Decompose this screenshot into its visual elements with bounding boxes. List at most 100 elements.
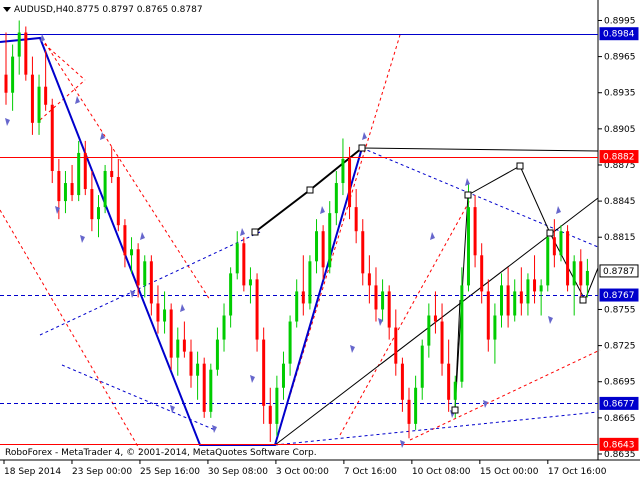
time-tick-label: 10 Oct 08:00 bbox=[412, 467, 471, 477]
candle-body bbox=[63, 183, 67, 202]
candle-body bbox=[83, 152, 87, 190]
chart-header: AUDUSD,H4 0.8775 0.8797 0.8765 0.8787 bbox=[3, 5, 203, 15]
symbol-label: AUDUSD,H4 bbox=[14, 5, 69, 15]
pivot-point bbox=[464, 191, 472, 199]
candle-body bbox=[420, 345, 424, 388]
candle-body bbox=[156, 303, 160, 322]
candle-body bbox=[110, 170, 114, 178]
candle-body bbox=[466, 207, 470, 286]
candle-body bbox=[136, 249, 140, 286]
candle-body bbox=[321, 231, 325, 268]
candle-body bbox=[572, 261, 576, 286]
candle-body bbox=[90, 189, 94, 220]
candle-body bbox=[500, 285, 504, 316]
candle-body bbox=[123, 225, 127, 256]
candle-body bbox=[585, 270, 589, 286]
time-tick-label: 17 Oct 16:00 bbox=[548, 467, 607, 477]
ohlc-label: 0.8775 0.8797 0.8765 0.8787 bbox=[68, 5, 203, 15]
candle-body bbox=[209, 369, 213, 412]
price-tag-label: 0.8882 bbox=[603, 153, 635, 163]
candle-body bbox=[381, 291, 385, 310]
candle-body bbox=[400, 363, 404, 400]
candle-body bbox=[460, 285, 464, 382]
candle-body bbox=[414, 387, 418, 424]
candle-body bbox=[480, 255, 484, 292]
candle-body bbox=[17, 32, 21, 57]
price-tick-label: 0.8965 bbox=[604, 53, 636, 63]
candle-body bbox=[149, 261, 153, 304]
candle-body bbox=[255, 279, 259, 340]
candle-body bbox=[486, 291, 490, 340]
candle-body bbox=[44, 86, 48, 105]
candle-body bbox=[301, 291, 305, 304]
time-tick-label: 18 Sep 2014 bbox=[4, 467, 61, 477]
candle-body bbox=[262, 339, 266, 406]
time-tick-label: 23 Sep 00:00 bbox=[72, 467, 132, 477]
candle-body bbox=[37, 86, 41, 123]
pivot-point bbox=[546, 229, 554, 237]
candle-body bbox=[315, 231, 319, 262]
pivot-point bbox=[306, 186, 314, 194]
candle-body bbox=[222, 315, 226, 340]
chart-canvas[interactable]: AUDUSD,H4 0.8775 0.8797 0.8765 0.8787 Ro… bbox=[0, 0, 640, 480]
candle-body bbox=[354, 207, 358, 232]
pivot-point bbox=[358, 144, 366, 152]
candle-body bbox=[533, 279, 537, 292]
candle-body bbox=[176, 339, 180, 358]
candle-body bbox=[229, 273, 233, 316]
time-tick-label: 30 Sep 08:00 bbox=[208, 467, 268, 477]
candle-body bbox=[427, 315, 431, 346]
chart-window[interactable]: AUDUSD,H4 0.8775 0.8797 0.8765 0.8787 Ro… bbox=[0, 0, 640, 480]
candle-body bbox=[473, 207, 477, 256]
candle-body bbox=[202, 363, 206, 412]
candle-body bbox=[566, 231, 570, 286]
price-tick-label: 0.8725 bbox=[604, 342, 636, 352]
candle-body bbox=[519, 291, 523, 304]
candle-body bbox=[539, 285, 543, 292]
price-tick-label: 0.8695 bbox=[604, 378, 636, 388]
price-tag-label: 0.8767 bbox=[603, 291, 635, 301]
price-tick-label: 0.8635 bbox=[604, 450, 636, 460]
candle-body bbox=[328, 213, 332, 268]
candle-body bbox=[143, 261, 147, 286]
candle-body bbox=[4, 74, 8, 93]
candle-body bbox=[295, 291, 299, 322]
candle-body bbox=[546, 237, 550, 286]
candle-body bbox=[453, 381, 457, 400]
candle-body bbox=[374, 285, 378, 310]
candle-body bbox=[96, 207, 100, 220]
candle-body bbox=[513, 291, 517, 316]
candle-body bbox=[493, 315, 497, 340]
pivot-point bbox=[516, 162, 524, 170]
time-tick-label: 7 Oct 16:00 bbox=[344, 467, 397, 477]
candle-body bbox=[559, 231, 563, 256]
candle-body bbox=[526, 279, 530, 304]
candle-body bbox=[70, 183, 74, 196]
price-tag-label: 0.8984 bbox=[603, 30, 635, 40]
price-tick-label: 0.8755 bbox=[604, 305, 636, 315]
candle-body bbox=[182, 339, 186, 352]
pivot-point bbox=[579, 296, 587, 304]
candle-body bbox=[30, 74, 34, 123]
candle-body bbox=[268, 405, 272, 424]
candle-body bbox=[275, 387, 279, 424]
candle-body bbox=[361, 231, 365, 274]
copyright-label: RoboForex - MetaTrader 4, © 2001-2014, M… bbox=[5, 448, 317, 458]
candle-body bbox=[288, 321, 292, 364]
time-tick-label: 25 Sep 16:00 bbox=[140, 467, 200, 477]
price-tick-label: 0.8815 bbox=[604, 233, 636, 243]
pivot-point bbox=[251, 228, 259, 236]
candle-body bbox=[77, 152, 81, 196]
price-tick-label: 0.8995 bbox=[604, 16, 636, 26]
price-tick-label: 0.8845 bbox=[604, 197, 636, 207]
candle-body bbox=[130, 249, 134, 256]
candle-body bbox=[11, 56, 15, 93]
price-tick-label: 0.8665 bbox=[604, 414, 636, 424]
candle-body bbox=[552, 237, 556, 256]
candle-body bbox=[447, 363, 451, 400]
candle-body bbox=[215, 339, 219, 370]
candle-body bbox=[387, 291, 391, 328]
candle-body bbox=[367, 273, 371, 286]
price-tick-label: 0.8935 bbox=[604, 89, 636, 99]
time-tick-label: 15 Oct 00:00 bbox=[480, 467, 539, 477]
